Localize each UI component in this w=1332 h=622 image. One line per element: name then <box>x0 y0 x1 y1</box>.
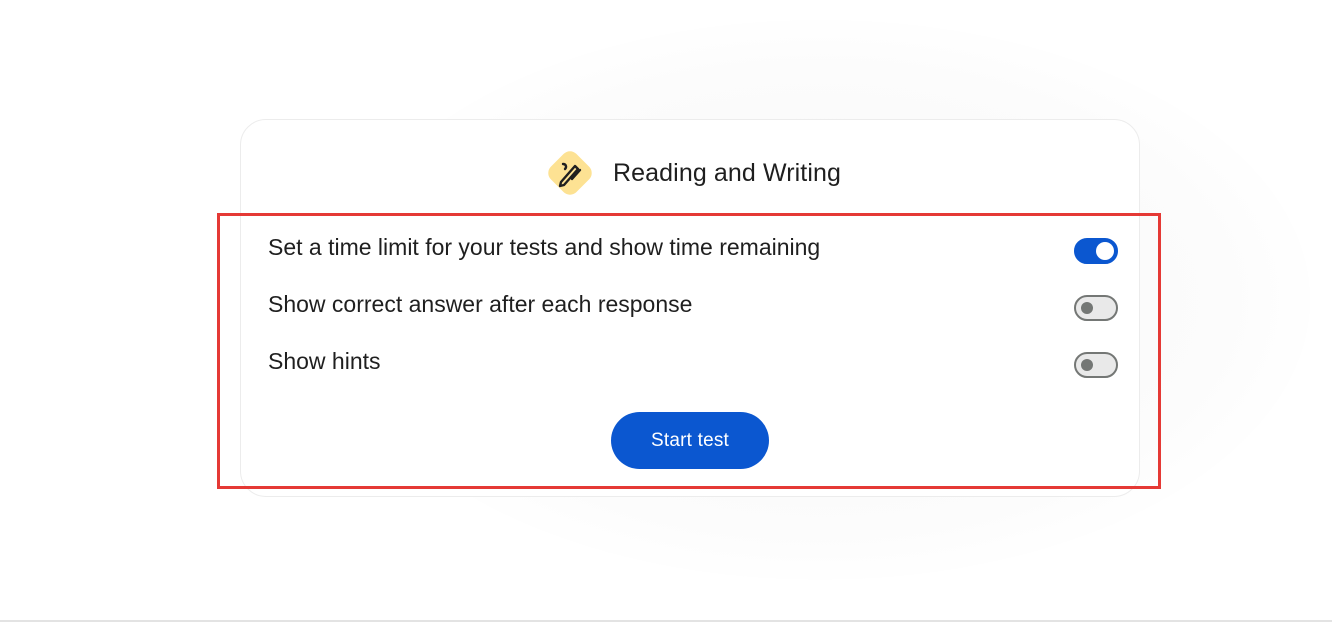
show-hints-toggle[interactable] <box>1074 352 1118 378</box>
setting-label-show-hints: Show hints <box>268 348 381 374</box>
card-header: Reading and Writing <box>241 142 1139 204</box>
toggle-knob <box>1081 359 1093 371</box>
setting-row-time-limit: Set a time limit for your tests and show… <box>268 228 1118 285</box>
settings-list: Set a time limit for your tests and show… <box>268 228 1118 399</box>
setting-row-show-answer: Show correct answer after each response <box>268 285 1118 342</box>
subject-title: Reading and Writing <box>613 158 841 187</box>
show-answer-toggle[interactable] <box>1074 295 1118 321</box>
page: Reading and Writing Set a time limit for… <box>0 0 1332 622</box>
setting-label-time-limit: Set a time limit for your tests and show… <box>268 234 821 260</box>
pencil-pen-icon <box>539 142 601 204</box>
setting-label-show-answer: Show correct answer after each response <box>268 291 693 317</box>
setting-row-show-hints: Show hints <box>268 342 1118 399</box>
toggle-knob <box>1096 242 1114 260</box>
toggle-knob <box>1081 302 1093 314</box>
time-limit-toggle[interactable] <box>1074 238 1118 264</box>
start-test-button[interactable]: Start test <box>611 412 769 469</box>
